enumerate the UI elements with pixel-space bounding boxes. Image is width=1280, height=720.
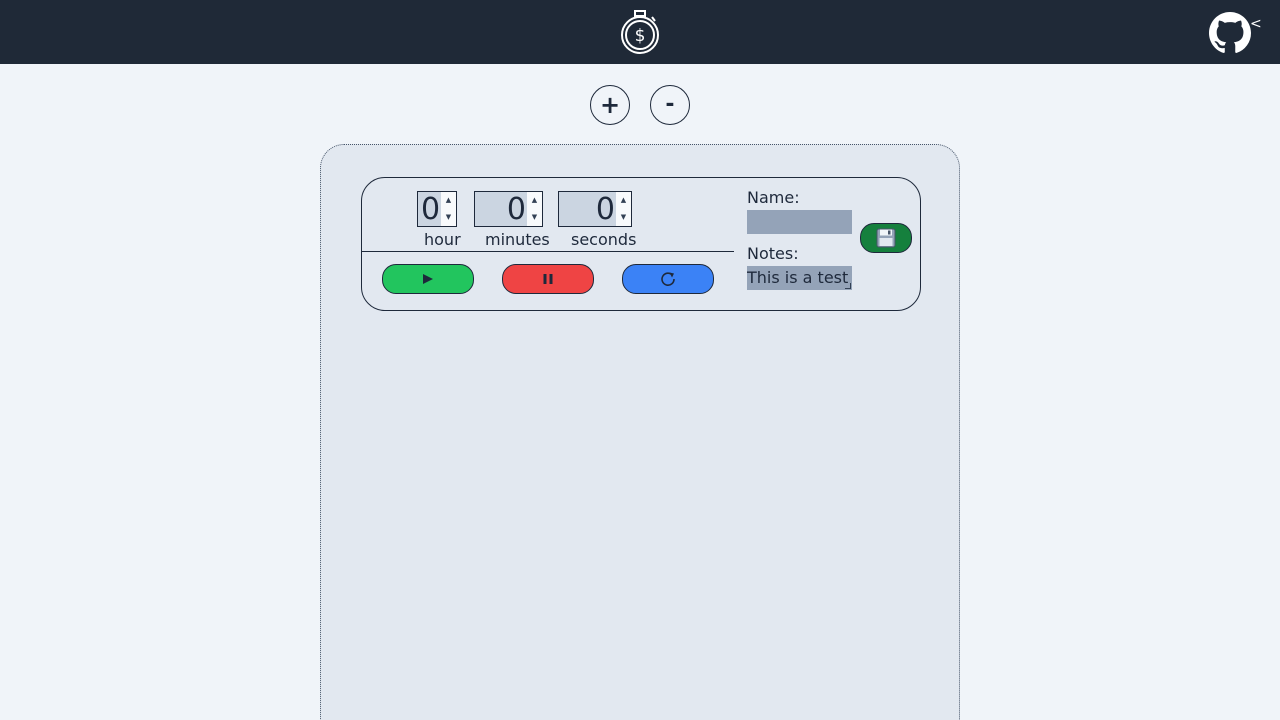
pause-button[interactable] bbox=[502, 264, 594, 294]
play-icon bbox=[423, 274, 433, 284]
svg-text:$: $ bbox=[635, 26, 646, 46]
hour-spin-arrows[interactable]: ▲ ▼ bbox=[441, 192, 456, 226]
remove-timer-button[interactable]: - bbox=[650, 85, 690, 125]
hour-value[interactable]: 0 bbox=[421, 192, 440, 227]
name-field[interactable] bbox=[747, 210, 852, 234]
timer-card: 0 ▲ ▼ 0 ▲ ▼ 0 ▲ ▼ hour minutes seconds N… bbox=[361, 177, 921, 311]
add-timer-button[interactable]: + bbox=[590, 85, 630, 125]
minutes-value[interactable]: 0 bbox=[507, 192, 526, 227]
hour-stepper[interactable]: 0 ▲ ▼ bbox=[417, 191, 457, 227]
stopwatch-dollar-icon[interactable]: $ bbox=[619, 8, 661, 56]
divider bbox=[362, 251, 734, 252]
notes-field[interactable]: This is a test bbox=[747, 266, 852, 290]
seconds-value[interactable]: 0 bbox=[596, 192, 615, 227]
reset-button[interactable] bbox=[622, 264, 714, 294]
seconds-spin-arrows[interactable]: ▲ ▼ bbox=[616, 192, 631, 226]
minutes-spin-arrows[interactable]: ▲ ▼ bbox=[527, 192, 542, 226]
start-button[interactable] bbox=[382, 264, 474, 294]
collapse-chevron[interactable]: < bbox=[1250, 16, 1262, 32]
name-label: Name: bbox=[747, 188, 800, 207]
floppy-disk-icon bbox=[876, 228, 896, 248]
hour-label: hour bbox=[424, 230, 461, 249]
seconds-label: seconds bbox=[571, 230, 637, 249]
github-icon[interactable] bbox=[1209, 12, 1251, 54]
notes-label: Notes: bbox=[747, 244, 799, 263]
pause-icon bbox=[543, 274, 553, 284]
notes-resize-grip[interactable] bbox=[845, 283, 851, 289]
minutes-label: minutes bbox=[485, 230, 550, 249]
reset-icon bbox=[661, 272, 675, 286]
top-navbar: $ < bbox=[0, 0, 1280, 64]
save-button[interactable] bbox=[860, 223, 912, 253]
timers-board: 0 ▲ ▼ 0 ▲ ▼ 0 ▲ ▼ hour minutes seconds N… bbox=[320, 144, 960, 720]
seconds-stepper[interactable]: 0 ▲ ▼ bbox=[558, 191, 632, 227]
minutes-stepper[interactable]: 0 ▲ ▼ bbox=[474, 191, 543, 227]
